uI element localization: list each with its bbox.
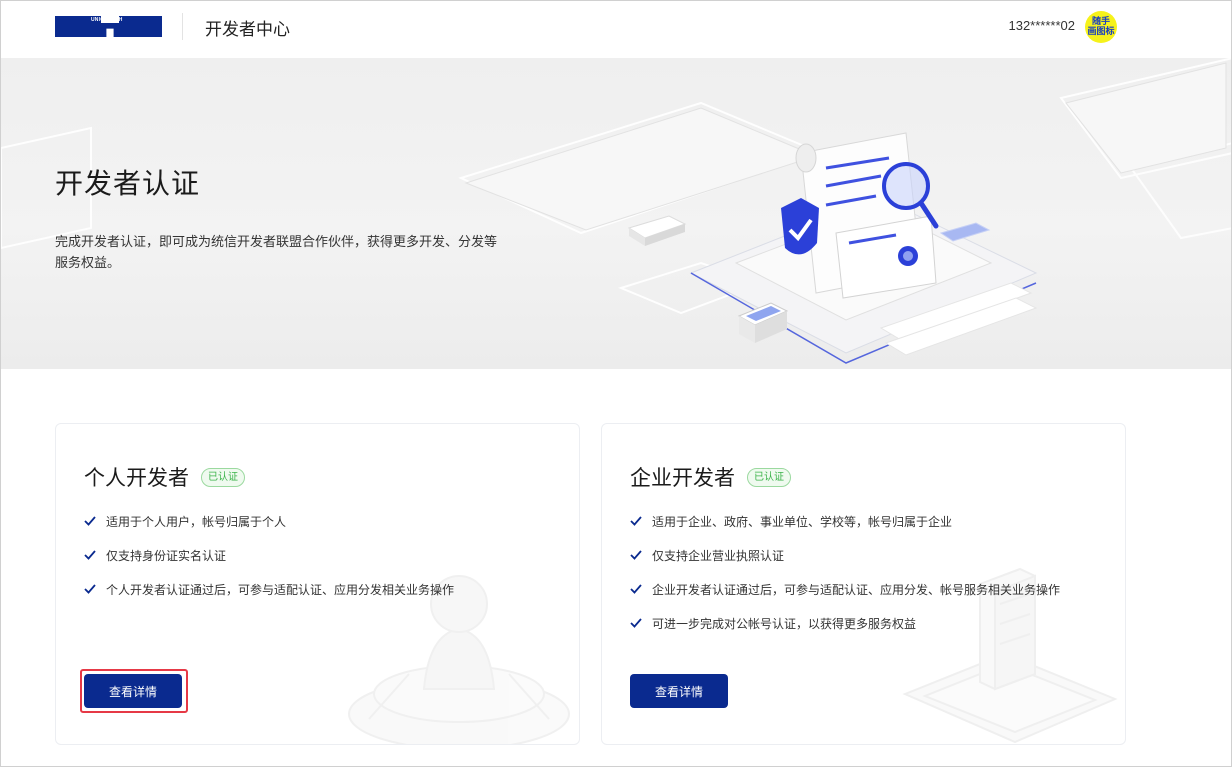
page-frame: UNIONTECH 开发者中心 132******02 随手 画图标 开发者认证… [0, 0, 1232, 767]
personal-verified-badge: 已认证 [201, 467, 245, 487]
list-item: 企业开发者认证通过后，可参与适配认证、应用分发、帐号服务相关业务操作 [630, 572, 1060, 606]
top-header: UNIONTECH 开发者中心 132******02 随手 画图标 [1, 1, 1231, 58]
banner-description: 完成开发者认证，即可成为统信开发者联盟合作伙伴，获得更多开发、分发等服务权益。 [55, 235, 498, 271]
check-icon [630, 516, 642, 526]
personal-developer-card: 个人开发者 已认证 适用于个人用户，帐号归属于个人 仅支持身份证实名认证 个人开… [55, 423, 580, 745]
enterprise-developer-card: 企业开发者 已认证 适用于企业、政府、事业单位、学校等，帐号归属于企业 仅支持企… [601, 423, 1126, 745]
banner-title: 开发者认证 [55, 167, 201, 200]
feature-text: 个人开发者认证通过后，可参与适配认证、应用分发相关业务操作 [106, 582, 455, 597]
check-icon [630, 584, 642, 594]
check-icon [630, 550, 642, 560]
feature-text: 仅支持身份证实名认证 [106, 548, 227, 563]
header-divider [182, 13, 183, 40]
feature-text: 企业开发者认证通过后，可参与适配认证、应用分发、帐号服务相关业务操作 [652, 582, 1061, 597]
site-title[interactable]: 开发者中心 [205, 15, 290, 40]
personal-view-details-button[interactable]: 查看详情 [84, 674, 182, 708]
list-item: 个人开发者认证通过后，可参与适配认证、应用分发相关业务操作 [84, 572, 454, 606]
list-item: 可进一步完成对公帐号认证，以获得更多服务权益 [630, 606, 1060, 640]
personal-card-header: 个人开发者 已认证 [84, 462, 245, 492]
feature-text: 仅支持企业营业执照认证 [652, 548, 785, 563]
enterprise-view-details-button[interactable]: 查看详情 [630, 674, 728, 708]
logo-text: UNIONTECH [91, 17, 123, 23]
user-avatar[interactable]: 随手 画图标 [1085, 11, 1117, 43]
check-icon [84, 584, 96, 594]
enterprise-card-header: 企业开发者 已认证 [630, 462, 791, 492]
enterprise-card-title: 企业开发者 [630, 466, 735, 490]
feature-text: 适用于企业、政府、事业单位、学校等，帐号归属于企业 [652, 514, 953, 529]
user-phone[interactable]: 132******02 [1008, 18, 1075, 33]
check-icon [84, 550, 96, 560]
logo-stem [101, 23, 119, 37]
logo-block-right [119, 16, 162, 37]
feature-text: 可进一步完成对公帐号认证，以获得更多服务权益 [652, 616, 917, 631]
enterprise-verified-badge: 已认证 [747, 467, 791, 487]
feature-text: 适用于个人用户，帐号归属于个人 [106, 514, 287, 529]
uniontech-logo[interactable]: UNIONTECH [55, 16, 162, 37]
personal-card-title: 个人开发者 [84, 466, 189, 490]
hero-banner: 开发者认证 完成开发者认证，即可成为统信开发者联盟合作伙伴，获得更多开发、分发等… [1, 58, 1231, 369]
list-item: 仅支持身份证实名认证 [84, 538, 454, 572]
list-item: 仅支持企业营业执照认证 [630, 538, 1060, 572]
list-item: 适用于企业、政府、事业单位、学校等，帐号归属于企业 [630, 504, 1060, 538]
check-icon [84, 516, 96, 526]
check-icon [630, 618, 642, 628]
banner-illustration [1, 58, 1231, 364]
personal-feature-list: 适用于个人用户，帐号归属于个人 仅支持身份证实名认证 个人开发者认证通过后，可参… [84, 504, 454, 606]
enterprise-feature-list: 适用于企业、政府、事业单位、学校等，帐号归属于企业 仅支持企业营业执照认证 企业… [630, 504, 1060, 640]
list-item: 适用于个人用户，帐号归属于个人 [84, 504, 454, 538]
